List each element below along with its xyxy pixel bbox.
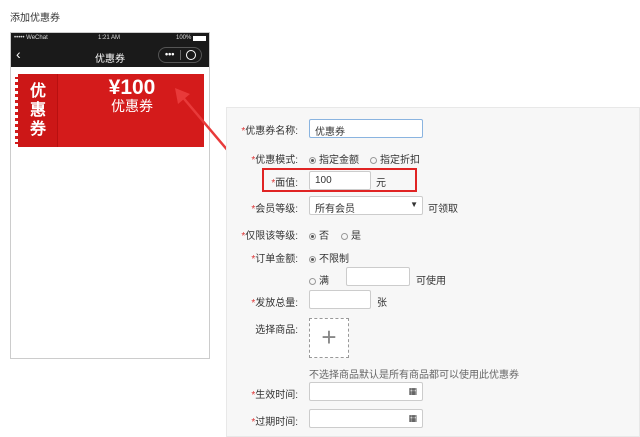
member-label: *会员等级: — [251, 204, 298, 215]
mode-radio-discount[interactable]: 指定折扣 — [370, 151, 420, 166]
qty-unit: 张 — [377, 298, 387, 309]
face-value-input[interactable]: 100 — [309, 171, 371, 190]
order-suffix: 可使用 — [416, 276, 446, 287]
mode-radio-amount[interactable]: 指定金额 — [309, 151, 359, 166]
restrict-radio-yes[interactable]: 是 — [341, 227, 361, 242]
name-input[interactable]: 优惠券 — [309, 119, 423, 138]
name-label: *优惠券名称: — [241, 126, 298, 137]
end-date-input[interactable]: ▦ — [309, 409, 423, 428]
calendar-icon: ▦ — [408, 413, 417, 423]
restrict-radio-no[interactable]: 否 — [309, 227, 329, 242]
qty-label: *发放总量: — [251, 298, 298, 309]
end-label: *过期时间: — [251, 417, 298, 428]
qty-input[interactable] — [309, 290, 371, 309]
order-label: *订单金额: — [251, 254, 298, 265]
calendar-icon: ▦ — [408, 386, 417, 396]
restrict-label: *仅限该等级: — [241, 231, 298, 242]
face-label: *面值: — [271, 178, 298, 189]
goods-hint: 不选择商品默认是所有商品都可以使用此优惠券 — [309, 370, 519, 381]
goods-label: 选择商品: — [255, 325, 298, 336]
order-min-input[interactable] — [346, 267, 410, 286]
add-goods-button[interactable]: + — [309, 318, 349, 358]
order-radio-unlimited[interactable]: 不限制 — [309, 250, 349, 265]
face-unit: 元 — [376, 178, 386, 189]
coupon-form: *优惠券名称: 优惠券 *优惠模式: 指定金额 指定折扣 *面值: 100 元 … — [226, 107, 640, 437]
member-suffix: 可领取 — [428, 204, 458, 215]
member-select[interactable]: 所有会员 ▼ — [309, 196, 423, 215]
caret-down-icon: ▼ — [410, 200, 418, 209]
order-radio-min[interactable]: 满 — [309, 272, 329, 287]
start-label: *生效时间: — [251, 390, 298, 401]
start-date-input[interactable]: ▦ — [309, 382, 423, 401]
plus-icon: + — [321, 322, 337, 352]
mode-label: *优惠模式: — [251, 155, 298, 166]
